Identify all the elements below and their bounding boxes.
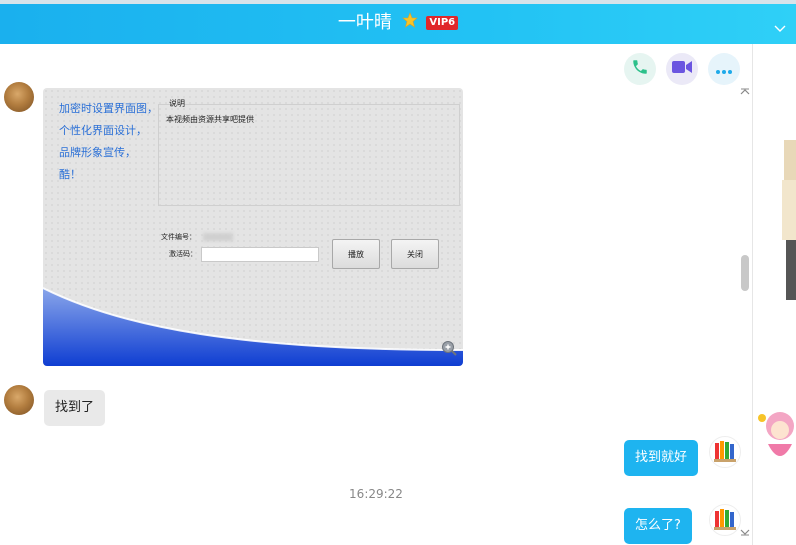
self-avatar[interactable] (709, 504, 741, 536)
scrollbar-thumb[interactable] (741, 255, 749, 291)
image-message[interactable]: 加密时设置界面图， 个性化界面设计， 品牌形象宣传， 酷！ 说明 本视频由资源共… (43, 88, 463, 366)
pencils-icon (714, 509, 736, 530)
character-illustration (782, 140, 796, 300)
star-icon (401, 10, 418, 36)
panel-divider (752, 44, 753, 545)
vip-badge: VIP6 (426, 16, 459, 30)
message-bubble-sent[interactable]: 找到就好 (624, 440, 699, 476)
contact-avatar[interactable] (4, 385, 34, 415)
message-timestamp: 16:29:22 (349, 487, 403, 501)
contact-avatar[interactable] (4, 82, 34, 112)
pencils-icon (714, 441, 736, 462)
title-wrap: 一叶晴 VIP6 (0, 10, 796, 36)
contact-name[interactable]: 一叶晴 (338, 12, 392, 33)
zoom-in-icon[interactable] (441, 340, 457, 360)
shot-wave-decoration (43, 287, 463, 366)
title-bar: 一叶晴 VIP6 (0, 0, 796, 44)
chevron-down-icon[interactable] (774, 18, 786, 37)
scroll-up-icon[interactable] (740, 88, 750, 99)
chibi-character-icon (758, 412, 794, 456)
message-bubble-sent[interactable]: 怎么了? (624, 508, 692, 544)
scroll-down-icon[interactable] (740, 528, 750, 539)
self-avatar[interactable] (709, 436, 741, 468)
message-bubble-received[interactable]: 找到了 (44, 390, 106, 426)
